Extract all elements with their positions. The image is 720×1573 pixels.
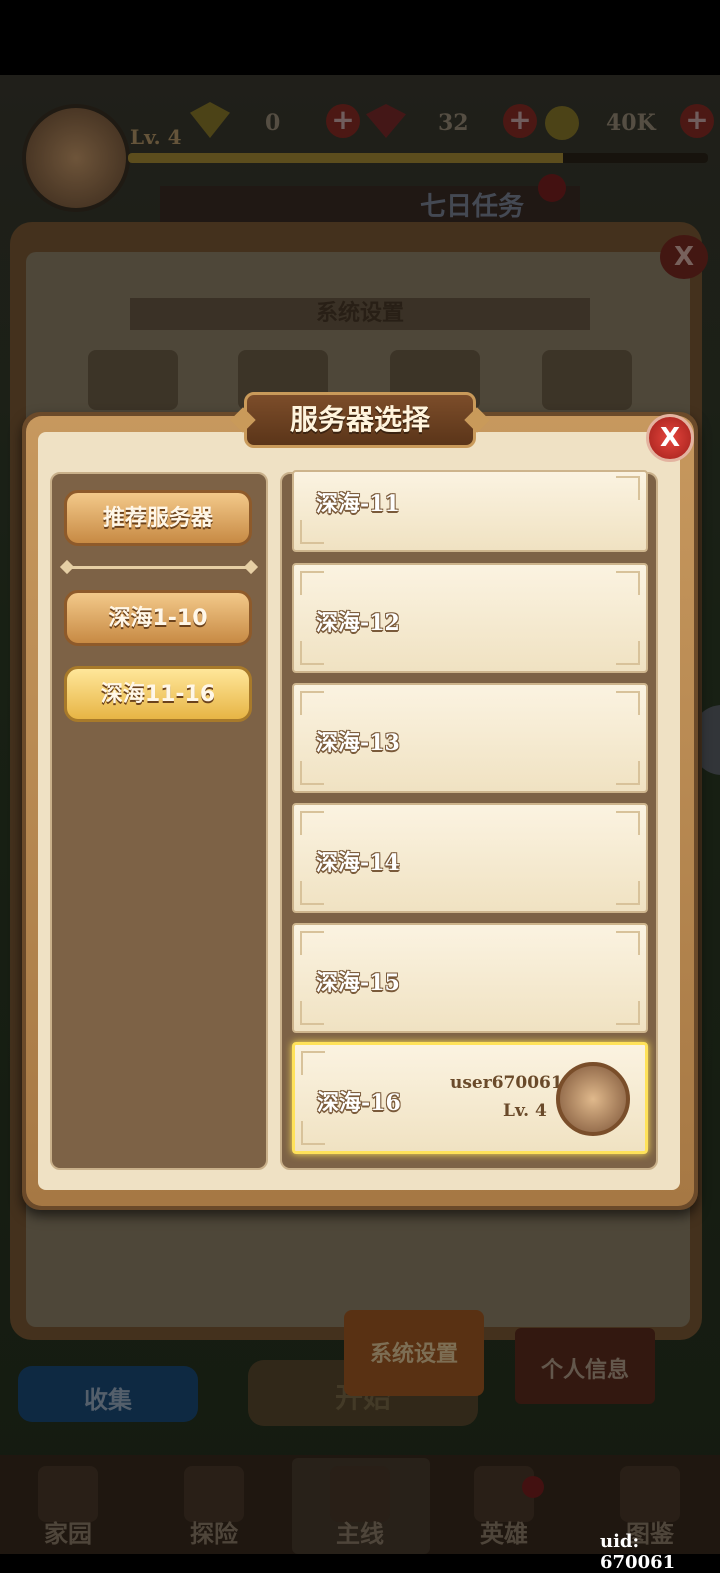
server-username: user670061: [450, 1073, 563, 1093]
server-card-11[interactable]: 深海-11: [292, 470, 648, 552]
card-corner: [300, 811, 324, 835]
uid-label: uid: 670061: [600, 1531, 676, 1573]
group-11-16-button[interactable]: 深海11-16: [64, 666, 252, 722]
server-name: 深海-16: [317, 1090, 401, 1116]
card-corner: [300, 881, 324, 905]
server-name: 深海-11: [316, 491, 400, 517]
card-corner: [300, 1001, 324, 1025]
card-corner: [300, 520, 324, 544]
card-corner: [616, 571, 640, 595]
card-corner: [616, 761, 640, 785]
group-1-10-button[interactable]: 深海1-10: [64, 590, 252, 646]
card-corner: [301, 1121, 325, 1145]
server-card-12[interactable]: 深海-12: [292, 563, 648, 673]
card-corner: [616, 881, 640, 905]
card-corner: [300, 931, 324, 955]
server-user-avatar: [556, 1062, 630, 1136]
server-name: 深海-14: [316, 850, 400, 876]
card-corner: [616, 641, 640, 665]
group-recommended-button[interactable]: 推荐服务器: [64, 490, 252, 546]
server-name: 深海-12: [316, 610, 400, 636]
group-divider: [70, 566, 248, 569]
server-card-15[interactable]: 深海-15: [292, 923, 648, 1033]
card-corner: [616, 1001, 640, 1025]
server-name: 深海-15: [316, 970, 400, 996]
card-corner: [300, 761, 324, 785]
status-bar-area: [0, 0, 720, 75]
server-user-level: Lv. 4: [503, 1101, 547, 1121]
server-card-14[interactable]: 深海-14: [292, 803, 648, 913]
card-corner: [300, 691, 324, 715]
card-corner: [616, 476, 640, 500]
card-corner: [300, 571, 324, 595]
server-card-13[interactable]: 深海-13: [292, 683, 648, 793]
modal-title: 服务器选择: [289, 403, 430, 436]
server-group-list: [50, 472, 268, 1170]
close-button[interactable]: X: [646, 414, 694, 462]
card-corner: [616, 811, 640, 835]
card-corner: [300, 641, 324, 665]
card-corner: [616, 691, 640, 715]
card-corner: [301, 1051, 325, 1075]
server-name: 深海-13: [316, 730, 400, 756]
card-corner: [616, 931, 640, 955]
